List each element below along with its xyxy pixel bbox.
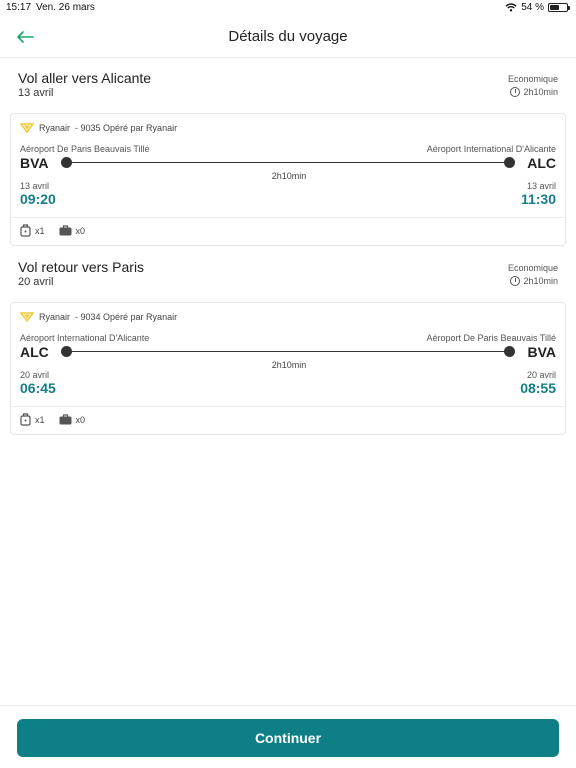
departure-airport: Aéroport De Paris Beauvais Tillé [20, 144, 150, 154]
ryanair-logo-icon [20, 123, 34, 133]
suitcase-icon [59, 225, 72, 236]
ryanair-logo-icon [20, 312, 34, 322]
app-header: Détails du voyage [0, 16, 576, 58]
airline-row: Ryanair - 9034 Opéré par Ryanair [20, 312, 177, 322]
battery-fill [550, 5, 559, 10]
arrival-code: BVA [527, 344, 556, 360]
battery-icon [548, 3, 570, 12]
arrival-code: ALC [527, 155, 556, 171]
clock-icon [510, 87, 521, 97]
route-line [67, 162, 509, 163]
outbound-flight-card[interactable]: Ryanair - 9035 Opéré par Ryanair Aéropor… [10, 113, 566, 246]
airline-name: Ryanair [39, 312, 71, 322]
clock-icon [510, 276, 521, 286]
departure-date: 13 avril [20, 181, 50, 191]
return-date: 20 avril [18, 276, 54, 288]
return-cabin-class: Economique [507, 263, 558, 273]
arrival-time: 08:55 [520, 380, 556, 396]
departure-time: 06:45 [20, 380, 56, 396]
wifi-icon [505, 3, 517, 12]
return-duration-text: 2h10min [523, 276, 558, 286]
departure-airport: Aéroport International D'Alicante [20, 333, 150, 343]
outbound-date: 13 avril [18, 87, 54, 99]
flight-duration: 2h10min [271, 171, 307, 181]
outbound-duration: 2h10min [510, 87, 558, 97]
airline-row: Ryanair - 9035 Opéré par Ryanair [20, 123, 177, 133]
departure-dot [61, 346, 72, 357]
card-divider [11, 406, 565, 407]
continue-button[interactable]: Continuer [17, 719, 559, 757]
card-divider [11, 217, 565, 218]
checked-bag-count: x0 [75, 414, 86, 425]
flight-duration: 2h10min [271, 360, 307, 370]
arrival-date: 20 avril [526, 370, 556, 380]
arrival-date: 13 avril [526, 181, 556, 191]
return-destination: Vol retour vers Paris [18, 259, 145, 275]
baggage-row: x1 x0 [20, 413, 85, 426]
cabin-bag-icon [20, 224, 31, 237]
route-line [67, 351, 509, 352]
outbound-destination: Vol aller vers Alicante [18, 70, 152, 86]
cabin-bag-icon [20, 413, 31, 426]
departure-date: 20 avril [20, 370, 50, 380]
departure-code: BVA [20, 155, 49, 171]
status-date: Ven. 26 mars [36, 2, 95, 13]
cabin-bag-count: x1 [35, 414, 45, 425]
airline-name: Ryanair [39, 123, 71, 133]
status-time: 15:17 [6, 2, 32, 13]
flight-info: - 9035 Opéré par Ryanair [75, 123, 178, 133]
departure-code: ALC [20, 344, 49, 360]
departure-dot [61, 157, 72, 168]
return-duration: 2h10min [510, 276, 558, 286]
cabin-bag-count: x1 [35, 225, 45, 236]
arrival-dot [504, 157, 515, 168]
return-flight-card[interactable]: Ryanair - 9034 Opéré par Ryanair Aéropor… [10, 302, 566, 435]
arrival-dot [504, 346, 515, 357]
outbound-section-header: Vol aller vers Alicante 13 avril Economi… [18, 70, 558, 106]
outbound-duration-text: 2h10min [523, 87, 558, 97]
battery-percent: 54 % [521, 2, 544, 13]
arrival-time: 11:30 [520, 191, 556, 207]
status-right: 54 % [505, 2, 570, 13]
arrival-airport: Aéroport International D'Alicante [426, 144, 556, 154]
outbound-cabin-class: Economique [507, 74, 558, 84]
status-bar: 15:17 Ven. 26 mars 54 % [0, 0, 576, 16]
footer: Continuer [0, 705, 576, 768]
page-title: Détails du voyage [228, 28, 348, 45]
return-section-header: Vol retour vers Paris 20 avril Economiqu… [18, 259, 558, 295]
suitcase-icon [59, 414, 72, 425]
departure-time: 09:20 [20, 191, 56, 207]
checked-bag-count: x0 [75, 225, 86, 236]
flight-info: - 9034 Opéré par Ryanair [75, 312, 178, 322]
arrival-airport: Aéroport De Paris Beauvais Tillé [426, 333, 556, 343]
baggage-row: x1 x0 [20, 224, 85, 237]
